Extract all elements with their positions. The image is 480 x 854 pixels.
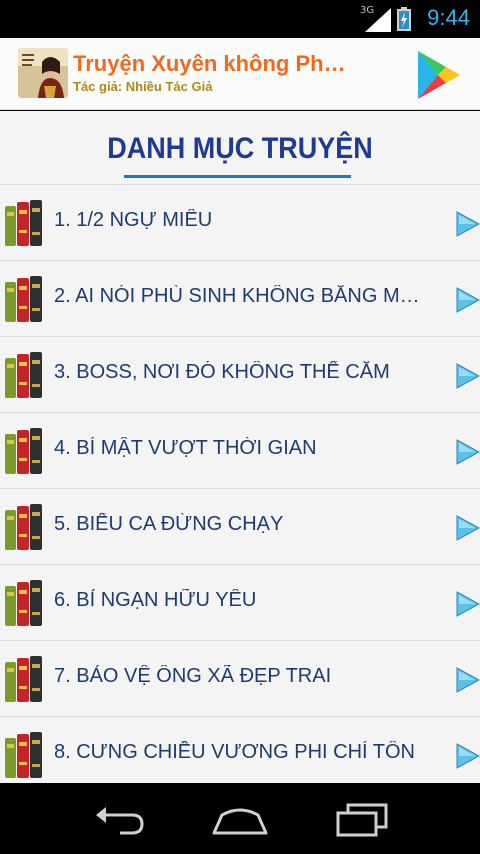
play-arrow-icon [456,439,480,465]
clock: 9:44 [427,5,470,30]
battery-icon [397,7,411,31]
books-icon [5,580,42,626]
list-item[interactable]: 3. BOSS, NƠI ĐÓ KHÔNG THỂ CẮM [0,336,480,412]
google-play-icon[interactable] [410,48,464,102]
play-arrow-icon [456,667,480,693]
story-list-screen: DANH MỤC TRUYỆN 1. 1/2 NGỰ MIÊU 2. AI NÓ… [0,111,480,783]
list-item[interactable]: 7. BẢO VỆ ÔNG XÃ ĐẸP TRAI [0,640,480,716]
story-list: 1. 1/2 NGỰ MIÊU 2. AI NÓI PHÙ SINH KHÔNG… [0,184,480,783]
list-item[interactable]: 2. AI NÓI PHÙ SINH KHÔNG BẰNG MỘ… [0,260,480,336]
list-item[interactable]: 6. BỈ NGẠN HỮU YÊU [0,564,480,640]
signal-icon [365,8,391,32]
home-icon[interactable] [210,801,270,837]
back-icon[interactable] [90,801,150,837]
list-item-label: 6. BỈ NGẠN HỮU YÊU [54,589,257,611]
app-cover-icon [18,48,68,98]
page-title-text: DANH MỤC TRUYỆN [107,131,373,165]
play-arrow-icon [456,287,480,313]
page-title: DANH MỤC TRUYỆN [0,131,480,165]
app-author: Tác giả: Nhiều Tác Giả [73,79,213,94]
list-item-label: 3. BOSS, NƠI ĐÓ KHÔNG THỂ CẮM [54,361,390,383]
list-item-label: 7. BẢO VỆ ÔNG XÃ ĐẸP TRAI [54,665,332,687]
books-icon [5,732,42,778]
play-arrow-icon [456,515,480,541]
list-item-label: 2. AI NÓI PHÙ SINH KHÔNG BẰNG MỘ… [54,285,426,307]
app-title: Truyện Xuyên không Ph… [73,51,346,76]
list-item-label: 1. 1/2 NGỰ MIÊU [54,209,213,231]
list-item-label: 8. CƯNG CHIỀU VƯƠNG PHI CHÍ TÔN [54,741,415,763]
list-item[interactable]: 5. BIỂU CA ĐỪNG CHẠY [0,488,480,564]
books-icon [5,352,42,398]
list-item[interactable]: 8. CƯNG CHIỀU VƯƠNG PHI CHÍ TÔN [0,716,480,783]
play-arrow-icon [456,363,480,389]
list-item[interactable]: 1. 1/2 NGỰ MIÊU [0,184,480,260]
title-underline [124,175,351,178]
list-item[interactable]: 4. BÍ MẬT VƯỢT THỜI GIAN [0,412,480,488]
list-item-label: 5. BIỂU CA ĐỪNG CHẠY [54,513,284,535]
app-header: Truyện Xuyên không Ph… Tác giả: Nhiều Tá… [0,38,480,110]
play-arrow-icon [456,591,480,617]
books-icon [5,504,42,550]
books-icon [5,428,42,474]
play-arrow-icon [456,743,480,769]
list-item-label: 4. BÍ MẬT VƯỢT THỜI GIAN [54,437,317,459]
books-icon [5,276,42,322]
play-arrow-icon [456,211,480,237]
books-icon [5,200,42,246]
recents-icon[interactable] [332,801,392,837]
status-bar: 3G 9:44 [0,0,480,38]
navigation-bar [0,783,480,854]
books-icon [5,656,42,702]
